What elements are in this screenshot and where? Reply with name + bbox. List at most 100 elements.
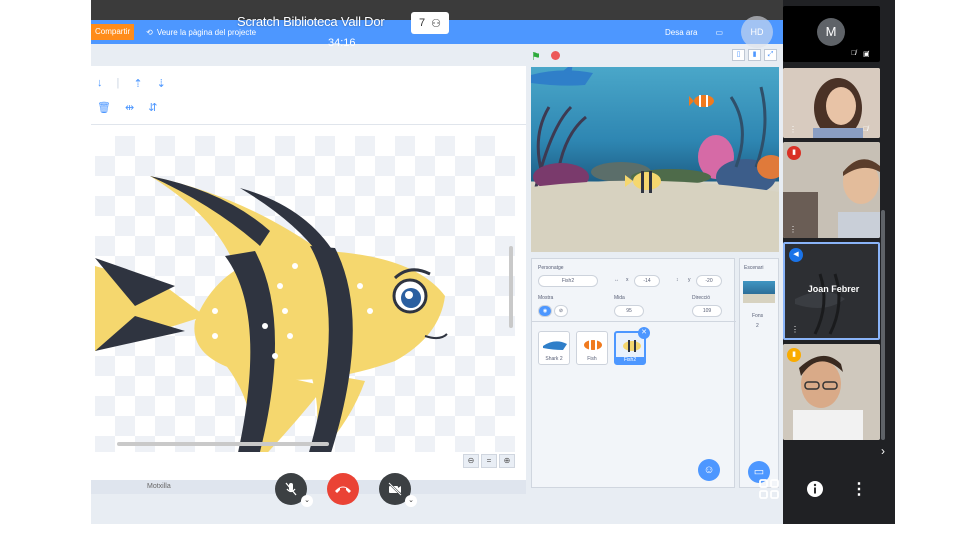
share-button[interactable]: Compartir xyxy=(91,24,135,40)
participant-tile-man[interactable]: ▮ xyxy=(783,344,880,440)
paint-canvas[interactable] xyxy=(91,136,515,476)
stop-button[interactable] xyxy=(551,51,560,60)
stage-selector-pane[interactable]: Escenari Fons 2 ▭ xyxy=(739,258,779,488)
participant-name: Joan Febrer xyxy=(807,284,860,294)
sprite-tile-fish[interactable]: Fish xyxy=(576,331,608,365)
arrow-down-icon[interactable]: ↓ xyxy=(97,77,103,89)
hide-toggle[interactable]: ⊘ xyxy=(554,305,568,317)
backdrops-label: Fons xyxy=(752,313,764,319)
menubar-right: Desa ara ▭ xyxy=(665,28,723,37)
participant-tile-joan-febrer[interactable]: ◀ Joan Febrer ⋮ xyxy=(783,242,880,340)
x-arrow-icon: ↔ xyxy=(614,277,619,283)
meeting-title: Scratch Biblioteca Vall Dor xyxy=(237,14,385,29)
participants-button[interactable]: 7 ⚇ xyxy=(411,12,449,34)
editor-toolbar-top: ↓ | ⇡ ⇣ xyxy=(91,72,166,94)
backdrop-thumbnail xyxy=(743,281,775,303)
sprite-name-field[interactable]: Fish2 xyxy=(538,275,598,287)
divider xyxy=(91,124,526,125)
fullscreen-icon[interactable]: ⤢ xyxy=(764,49,777,61)
zoom-controls: ⊖ = ⊕ xyxy=(463,454,515,468)
delete-sprite-icon[interactable]: ✕ xyxy=(638,327,650,339)
backpack-bar[interactable]: Motxilla xyxy=(91,480,526,494)
editor-toolbar-bottom: 🗑 ⇹ ⇵ xyxy=(91,96,157,118)
direction-field[interactable]: 109 xyxy=(692,305,722,317)
flip-vertical-icon[interactable]: ⇵ xyxy=(148,101,157,114)
stage-canvas[interactable] xyxy=(531,67,779,252)
size-field[interactable]: 95 xyxy=(614,305,644,317)
participant-tile-girl[interactable]: 🎙̸ ⋮ xyxy=(783,68,880,138)
sprite-tile-fish2[interactable]: Fish2 ✕ xyxy=(614,327,650,365)
more-options-icon[interactable]: ⋮ xyxy=(789,125,797,134)
shared-screen: Compartir ⟲ Veure la pàgina del projecte… xyxy=(91,0,783,524)
size-label: Mida xyxy=(614,295,625,301)
zoom-out-button[interactable]: ⊖ xyxy=(463,454,479,468)
clownfish-thumbnail xyxy=(584,340,602,350)
camera-toggle-button[interactable]: ⌄ xyxy=(379,473,417,507)
flip-horizontal-icon[interactable]: ⇹ xyxy=(125,101,134,114)
people-icon: ⚇ xyxy=(431,17,441,30)
mic-off-icon xyxy=(285,482,297,496)
camera-off-icon: ▣̸ xyxy=(863,51,870,58)
costume-editor: ↓ | ⇡ ⇣ 🗑 ⇹ ⇵ ⊖ = ⊕ xyxy=(91,66,526,486)
backward-icon[interactable]: ⇣ xyxy=(157,77,166,90)
shark-thumbnail xyxy=(543,341,567,350)
forward-icon[interactable]: ⇡ xyxy=(133,77,142,90)
backpack-label: Motxilla xyxy=(147,483,171,490)
x-field[interactable]: -14 xyxy=(634,275,660,287)
video-call-frame: Compartir ⟲ Veure la pàgina del projecte… xyxy=(91,0,895,524)
layout-grid-icon[interactable] xyxy=(758,478,780,500)
direction-label: Direcció xyxy=(692,295,711,301)
participant-tile-m[interactable]: M 🎙̸ ▣̸ xyxy=(783,6,880,62)
save-now-button[interactable]: Desa ara xyxy=(665,28,697,37)
folder-icon[interactable]: ▭ xyxy=(715,28,723,37)
more-options-icon[interactable]: ⋮ xyxy=(791,325,799,334)
green-flag-icon[interactable]: ⚑ xyxy=(531,50,541,63)
divider xyxy=(532,321,736,322)
refresh-icon: ⟲ xyxy=(146,27,153,37)
zoom-reset-button[interactable]: = xyxy=(481,454,497,468)
participants-scrollbar[interactable] xyxy=(881,210,885,440)
chevron-down-icon[interactable]: ⌄ xyxy=(301,495,313,507)
show-visible-toggle[interactable]: ◉ xyxy=(538,305,552,317)
speaking-icon: ▮ xyxy=(787,146,801,160)
speaking-icon: ▮ xyxy=(787,348,801,362)
phone-hangup-icon xyxy=(335,486,351,493)
fish-costume xyxy=(91,176,448,476)
stage-scene xyxy=(531,67,779,252)
sprite-info-pane: Personatge Fish2 ↔ x -14 ↕ y -20 Mostra … xyxy=(531,258,736,488)
backdrops-count: 2 xyxy=(756,323,759,329)
presenting-icon: ◀ xyxy=(789,248,803,262)
normal-stage-icon[interactable]: ▮ xyxy=(748,49,761,61)
stage-size-controls: ▯ ▮ ⤢ xyxy=(732,49,777,61)
banded-fish-thumbnail xyxy=(623,340,641,352)
avatar: M xyxy=(817,18,845,46)
more-options-icon[interactable]: ⋮ xyxy=(789,225,797,234)
sprite-tile-shark2[interactable]: Shark 2 xyxy=(538,331,570,365)
mic-toggle-button[interactable]: ⌄ xyxy=(275,473,313,507)
end-call-button[interactable] xyxy=(327,473,359,505)
stage-header: ⚑ ▯ ▮ ⤢ xyxy=(531,46,781,66)
y-field[interactable]: -20 xyxy=(696,275,722,287)
zoom-in-button[interactable]: ⊕ xyxy=(499,454,515,468)
y-arrow-icon: ↕ xyxy=(676,277,679,283)
small-stage-icon[interactable]: ▯ xyxy=(732,49,745,61)
divider: | xyxy=(116,77,120,89)
choose-sprite-button[interactable]: ☺ xyxy=(698,459,720,481)
call-timer: 34:16 xyxy=(328,37,356,49)
stage-pane-title: Escenari xyxy=(744,265,764,271)
x-label: x xyxy=(626,277,629,283)
sprite-label: Personatge xyxy=(538,265,564,271)
sprite-name: Fish2 xyxy=(616,357,644,363)
chevron-down-icon[interactable]: ⌄ xyxy=(405,495,417,507)
y-label: y xyxy=(688,277,691,283)
hd-quality-badge[interactable]: HD xyxy=(741,16,773,48)
delete-icon[interactable]: 🗑 xyxy=(97,101,111,114)
info-icon[interactable] xyxy=(804,478,826,500)
participant-tile-boy[interactable]: ▮ ⋮ xyxy=(783,142,880,238)
sprite-name: Shark 2 xyxy=(545,356,563,362)
horizontal-scrollbar[interactable] xyxy=(117,442,329,446)
chevron-right-icon[interactable]: › xyxy=(881,444,885,458)
camera-off-icon xyxy=(388,482,402,496)
more-options-icon[interactable]: ⋮ xyxy=(848,478,870,500)
vertical-scrollbar[interactable] xyxy=(509,246,513,328)
